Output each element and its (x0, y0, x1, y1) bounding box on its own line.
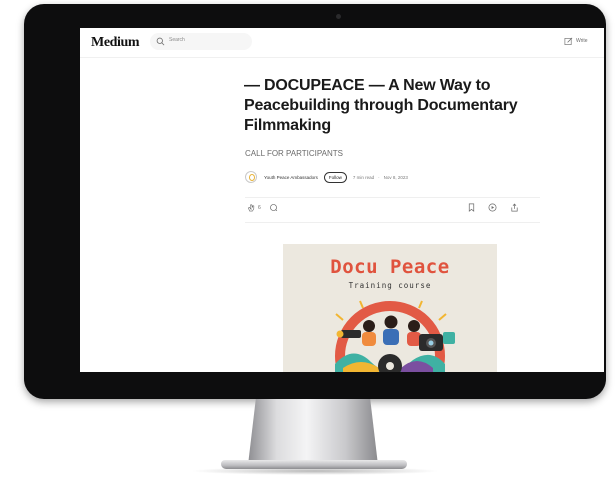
topbar-divider (80, 57, 604, 58)
read-time: 7 min read (352, 174, 375, 180)
article-title: — DOCUPEACE — A New Way to Peacebuilding… (244, 77, 518, 134)
cover-subtitle: Training course (348, 281, 432, 290)
search-input[interactable]: Search (150, 33, 252, 50)
article-subtitle: CALL FOR PARTICIPANTS (245, 149, 343, 158)
listen-button[interactable] (488, 203, 497, 212)
publish-date: Nov 8, 2023 (383, 174, 408, 180)
write-button[interactable]: Write (564, 36, 588, 46)
listen-icon (488, 203, 497, 212)
clap-count: 6 (258, 204, 261, 211)
write-icon (564, 37, 573, 45)
share-button[interactable] (510, 203, 519, 212)
comment-icon (270, 204, 278, 212)
byline: Youth Peace Ambassadors Follow 7 min rea… (245, 170, 408, 184)
author-name[interactable]: Youth Peace Ambassadors (264, 175, 318, 180)
actions-divider-bottom (245, 222, 540, 223)
article-actions-bar: 6 (245, 203, 540, 215)
comment-button[interactable] (269, 203, 278, 212)
article-cover-image[interactable]: Docu Peace Training course (283, 244, 497, 372)
actions-divider-top (245, 197, 540, 198)
clap-button[interactable]: 6 (247, 203, 261, 212)
follow-button[interactable]: Follow (323, 171, 347, 183)
medium-logo[interactable]: Medium (91, 35, 140, 51)
monitor-stand-base (221, 460, 407, 469)
search-placeholder: Search (169, 37, 185, 43)
cover-title: Docu Peace (330, 256, 450, 278)
meta-separator: · (378, 174, 380, 180)
screen: Medium Search Write — DOCUPEACE — A New … (80, 28, 604, 372)
bookmark-button[interactable] (467, 203, 476, 212)
share-icon (511, 203, 518, 212)
search-icon (156, 37, 165, 46)
write-label: Write (576, 38, 588, 44)
monitor-stand-neck (248, 399, 378, 465)
bookmark-icon (468, 203, 475, 212)
monitor-frame: Medium Search Write — DOCUPEACE — A New … (24, 4, 606, 399)
camera-dot (336, 14, 341, 19)
clap-icon (247, 204, 255, 212)
top-navigation: Medium Search Write (80, 28, 604, 58)
author-avatar[interactable] (245, 171, 257, 183)
